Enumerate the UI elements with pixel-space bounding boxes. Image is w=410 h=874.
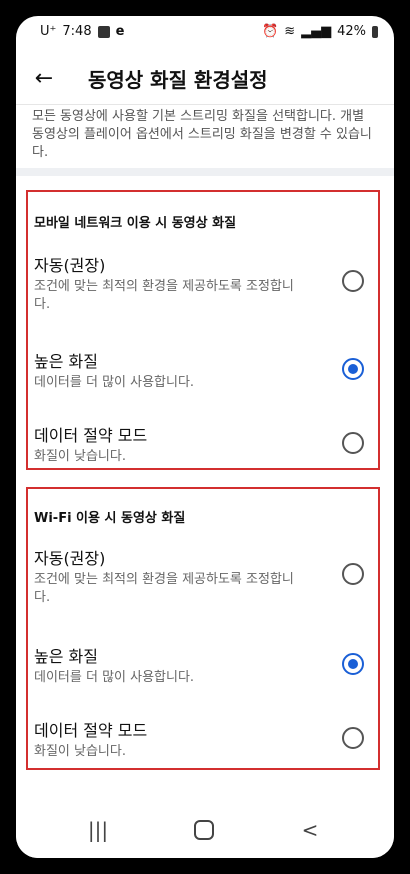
option-description: 데이터를 더 많이 사용합니다.: [34, 670, 195, 685]
notification-icon: [97, 25, 110, 38]
radio-high-wifi[interactable]: [342, 653, 364, 675]
option-description: 화질이 낮습니다.: [34, 449, 126, 464]
time-label: 7:48: [62, 24, 92, 39]
app-bar: ← 동영상 화질 환경설정: [16, 50, 394, 104]
section-separator: [16, 168, 394, 176]
wifi-option-high[interactable]: 높은 화질 데이터를 더 많이 사용합니다.: [34, 643, 370, 687]
alarm-icon: ⏰: [262, 24, 279, 39]
option-label: 높은 화질: [34, 647, 98, 666]
wifi-option-auto[interactable]: 자동(권장) 조건에 맞는 최적의 환경을 제공하도록 조정합니다.: [34, 545, 370, 607]
wifi-option-saver[interactable]: 데이터 절약 모드 화질이 낮습니다.: [34, 717, 370, 761]
wifi-icon: ≋: [284, 24, 296, 39]
battery-icon: [372, 25, 378, 38]
radio-high-mobile[interactable]: [342, 358, 364, 380]
back-button[interactable]: ←: [28, 62, 60, 94]
option-label: 높은 화질: [34, 352, 98, 371]
recents-icon: |||: [87, 818, 109, 842]
arrow-left-icon: ←: [34, 65, 54, 91]
carrier-label: U⁺: [40, 24, 57, 39]
home-button[interactable]: [186, 812, 222, 848]
browser-icon: e: [115, 24, 125, 39]
home-icon: [194, 820, 214, 840]
signal-icon: ▂▄▆: [301, 24, 332, 39]
option-description: 데이터를 더 많이 사용합니다.: [34, 375, 195, 390]
recent-apps-button[interactable]: |||: [80, 812, 116, 848]
option-description: 조건에 맞는 최적의 환경을 제공하도록 조정합니다.: [34, 572, 294, 605]
page-description: 모든 동영상에 사용할 기본 스트리밍 화질을 선택합니다. 개별 동영상의 플…: [32, 109, 372, 160]
phone-screen: U⁺ 7:48 e ⏰ ≋ ▂▄▆ 42% ← 동영상 화질 환경설정 모든 동…: [16, 16, 394, 858]
option-description: 조건에 맞는 최적의 환경을 제공하도록 조정합니다.: [34, 279, 294, 312]
mobile-network-section: 모바일 네트워크 이용 시 동영상 화질 자동(권장) 조건에 맞는 최적의 환…: [26, 190, 380, 470]
status-left: U⁺ 7:48 e: [40, 24, 124, 39]
mobile-option-saver[interactable]: 데이터 절약 모드 화질이 낮습니다.: [34, 422, 370, 466]
option-label: 자동(권장): [34, 549, 106, 568]
status-right: ⏰ ≋ ▂▄▆ 42%: [262, 24, 378, 39]
radio-auto-mobile[interactable]: [342, 270, 364, 292]
wifi-section: Wi-Fi 이용 시 동영상 화질 자동(권장) 조건에 맞는 최적의 환경을 …: [26, 487, 380, 770]
mobile-section-title: 모바일 네트워크 이용 시 동영상 화질: [34, 216, 237, 231]
back-nav-button[interactable]: <: [292, 812, 328, 848]
option-label: 자동(권장): [34, 256, 106, 275]
radio-saver-wifi[interactable]: [342, 727, 364, 749]
header-divider: [16, 104, 394, 105]
battery-label: 42%: [337, 24, 366, 39]
option-label: 데이터 절약 모드: [34, 426, 148, 445]
option-label: 데이터 절약 모드: [34, 721, 148, 740]
page-title: 동영상 화질 환경설정: [88, 68, 268, 92]
mobile-option-auto[interactable]: 자동(권장) 조건에 맞는 최적의 환경을 제공하도록 조정합니다.: [34, 252, 370, 314]
system-nav-bar: ||| <: [16, 798, 394, 858]
mobile-option-high[interactable]: 높은 화질 데이터를 더 많이 사용합니다.: [34, 348, 370, 392]
chevron-left-icon: <: [301, 818, 319, 842]
radio-auto-wifi[interactable]: [342, 563, 364, 585]
radio-saver-mobile[interactable]: [342, 432, 364, 454]
wifi-section-title: Wi-Fi 이용 시 동영상 화질: [34, 511, 186, 526]
option-description: 화질이 낮습니다.: [34, 744, 126, 759]
status-bar: U⁺ 7:48 e ⏰ ≋ ▂▄▆ 42%: [16, 16, 394, 48]
